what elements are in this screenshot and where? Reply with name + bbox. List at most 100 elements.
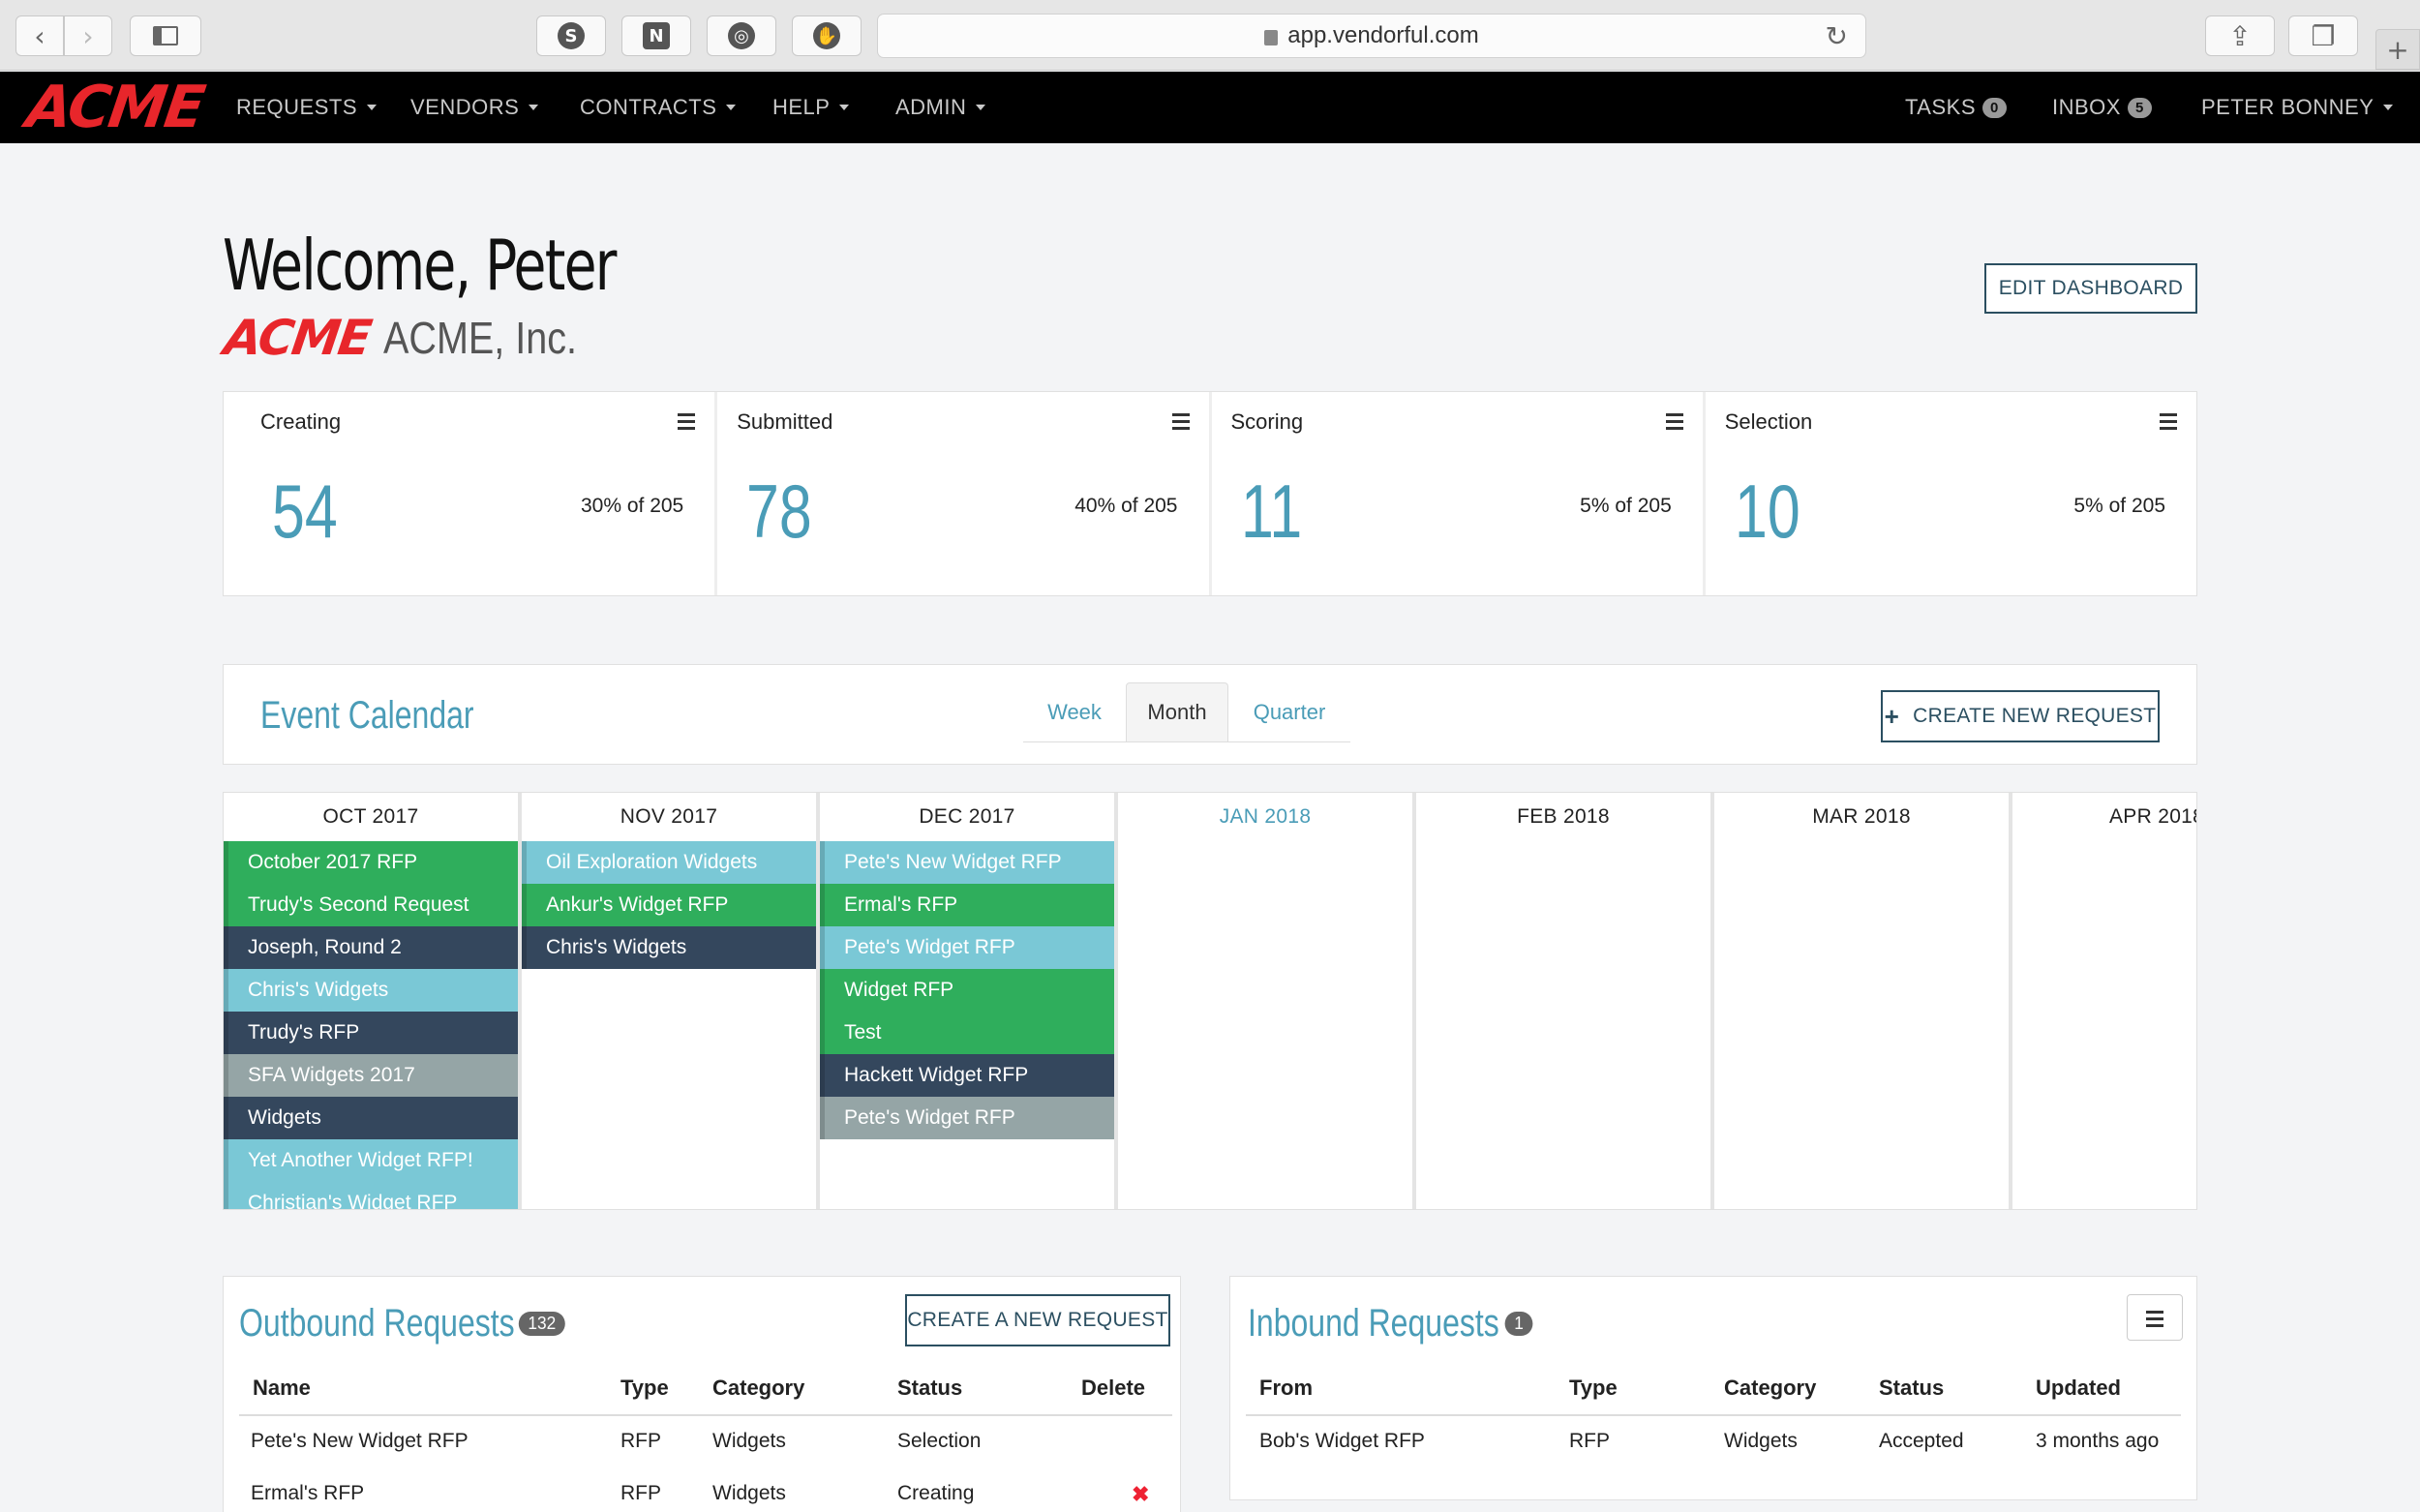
calendar-event[interactable]: Ermal's RFP <box>820 884 1114 926</box>
stat-percent: 5% of 205 <box>1580 495 1672 517</box>
calendar-event[interactable]: Pete's Widget RFP <box>820 1097 1114 1139</box>
delete-x-icon[interactable]: ✖ <box>1132 1482 1149 1507</box>
cell-type: RFP <box>1569 1430 1610 1452</box>
extension-button-2[interactable]: N <box>621 15 691 56</box>
col-header-from[interactable]: From <box>1259 1376 1313 1401</box>
nav-tasks[interactable]: TASKS 0 <box>1905 95 2007 120</box>
calendar-event[interactable]: Chris's Widgets <box>224 969 518 1012</box>
menu-icon[interactable] <box>1171 413 1190 434</box>
nav-vendors[interactable]: VENDORS <box>410 95 539 120</box>
calendar-event[interactable]: Yet Another Widget RFP! <box>224 1139 518 1182</box>
extension-button-3[interactable]: ◎ <box>707 15 776 56</box>
tab-week[interactable]: Week <box>1023 682 1126 741</box>
month-header: OCT 2017 <box>322 805 419 828</box>
nav-contracts[interactable]: CONTRACTS <box>580 95 737 120</box>
edit-dashboard-button[interactable]: EDIT DASHBOARD <box>1984 263 2197 314</box>
calendar-event[interactable]: Widgets <box>224 1097 518 1139</box>
inbound-menu-button[interactable] <box>2127 1294 2183 1341</box>
stat-card-scoring[interactable]: Scoring 11 5% of 205 <box>1212 392 1706 595</box>
caret-down-icon <box>529 105 539 110</box>
chevron-right-icon: › <box>82 19 94 52</box>
share-button[interactable]: ⇪ <box>2205 15 2275 56</box>
new-tab-button[interactable]: + <box>2375 29 2420 70</box>
calendar-event[interactable]: Trudy's Second Request <box>224 884 518 926</box>
calendar-event[interactable]: Test <box>820 1012 1114 1054</box>
cell-from[interactable]: Bob's Widget RFP <box>1259 1430 1425 1453</box>
calendar-event[interactable]: Chris's Widgets <box>522 926 816 969</box>
cell-name[interactable]: Ermal's RFP <box>251 1482 364 1505</box>
cell-name[interactable]: Pete's New Widget RFP <box>251 1430 469 1453</box>
calendar-event[interactable]: Pete's Widget RFP <box>820 926 1114 969</box>
caret-down-icon <box>726 105 737 110</box>
nav-vendors-label: VENDORS <box>410 95 520 119</box>
acme-logo[interactable]: ACME <box>22 74 207 141</box>
col-header-type[interactable]: Type <box>620 1376 669 1401</box>
calendar-event[interactable]: Oil Exploration Widgets <box>522 841 816 884</box>
menu-icon[interactable] <box>678 413 696 434</box>
extension-button-1[interactable]: S <box>536 15 606 56</box>
forward-button[interactable]: › <box>64 15 112 56</box>
calendar-event[interactable]: Christian's Widget RFP <box>224 1182 518 1209</box>
create-a-new-request-button[interactable]: CREATE A NEW REQUEST <box>905 1294 1170 1346</box>
calendar-event[interactable]: Pete's New Widget RFP <box>820 841 1114 884</box>
stat-card-creating[interactable]: Creating 54 30% of 205 <box>224 392 718 595</box>
calendar-event[interactable]: SFA Widgets 2017 <box>224 1054 518 1097</box>
col-header-status[interactable]: Status <box>1879 1376 1944 1401</box>
col-header-category[interactable]: Category <box>712 1376 804 1401</box>
calendar-event[interactable]: Ankur's Widget RFP <box>522 884 816 926</box>
nav-help[interactable]: HELP <box>772 95 850 120</box>
stats-row: Creating 54 30% of 205 Submitted 78 40% … <box>223 391 2197 596</box>
outbound-count-badge: 132 <box>518 1312 565 1336</box>
inbound-title-text: Inbound Requests <box>1248 1302 1499 1345</box>
sidebar-toggle-button[interactable] <box>130 15 201 56</box>
cell-category: Widgets <box>1724 1430 1798 1452</box>
nav-admin[interactable]: ADMIN <box>895 95 986 120</box>
cell-status: Selection <box>897 1430 982 1452</box>
col-header-delete: Delete <box>1081 1376 1146 1400</box>
stat-value: 10 <box>1734 469 1800 554</box>
col-header-status[interactable]: Status <box>897 1376 962 1401</box>
sidebar-icon <box>153 26 178 45</box>
inbound-count-badge: 1 <box>1504 1312 1533 1336</box>
calendar-event[interactable]: Hackett Widget RFP <box>820 1054 1114 1097</box>
col-header-category[interactable]: Category <box>1724 1376 1816 1401</box>
stat-card-submitted[interactable]: Submitted 78 40% of 205 <box>717 392 1212 595</box>
col-header-name[interactable]: Name <box>253 1376 311 1401</box>
skype-icon: S <box>558 22 585 49</box>
tabs-button[interactable]: ❐ <box>2288 15 2358 56</box>
cell-status: Accepted <box>1879 1430 1964 1452</box>
tab-month[interactable]: Month <box>1126 682 1228 741</box>
nav-requests[interactable]: REQUESTS <box>236 95 378 120</box>
calendar-event[interactable]: Widget RFP <box>820 969 1114 1012</box>
reload-icon[interactable]: ↻ <box>1826 20 1848 52</box>
main-navbar: ACME REQUESTS VENDORS CONTRACTS HELP ADM… <box>0 72 2420 143</box>
nav-admin-label: ADMIN <box>895 95 967 119</box>
month-column: DEC 2017 Pete's New Widget RFP Ermal's RF… <box>820 793 1118 1209</box>
extension-button-4[interactable]: ✋ <box>792 15 862 56</box>
share-icon: ⇪ <box>2228 19 2252 52</box>
menu-icon-bar <box>2146 1324 2163 1327</box>
col-header-updated[interactable]: Updated <box>2036 1376 2121 1401</box>
tasks-count-badge: 0 <box>1982 97 2007 118</box>
calendar-event[interactable]: Joseph, Round 2 <box>224 926 518 969</box>
stat-label: Creating <box>260 409 342 434</box>
nav-inbox[interactable]: INBOX 5 <box>2052 95 2152 120</box>
create-new-request-button[interactable]: + CREATE NEW REQUEST <box>1881 690 2160 742</box>
col-header-type[interactable]: Type <box>1569 1376 1618 1401</box>
calendar-event[interactable]: Trudy's RFP <box>224 1012 518 1054</box>
company-name: ACME, Inc. <box>382 313 577 363</box>
outbound-requests-panel: Outbound Requests 132 CREATE A NEW REQUE… <box>223 1276 1181 1512</box>
tab-quarter[interactable]: Quarter <box>1228 682 1350 741</box>
back-button[interactable]: ‹ <box>15 15 64 56</box>
month-column: OCT 2017 October 2017 RFP Trudy's Second … <box>224 793 522 1209</box>
cell-type: RFP <box>620 1430 661 1452</box>
plus-icon: + <box>2386 33 2409 66</box>
menu-icon[interactable] <box>1665 413 1683 434</box>
nav-user-menu[interactable]: PETER BONNEY <box>2201 95 2394 120</box>
create-new-request-label: CREATE NEW REQUEST <box>1913 705 2157 727</box>
stat-label: Selection <box>1724 409 1813 434</box>
address-bar[interactable]: app.vendorful.com ↻ <box>877 14 1866 58</box>
stat-card-selection[interactable]: Selection 10 5% of 205 <box>1706 392 2196 595</box>
calendar-event[interactable]: October 2017 RFP <box>224 841 518 884</box>
menu-icon[interactable] <box>2160 413 2177 434</box>
